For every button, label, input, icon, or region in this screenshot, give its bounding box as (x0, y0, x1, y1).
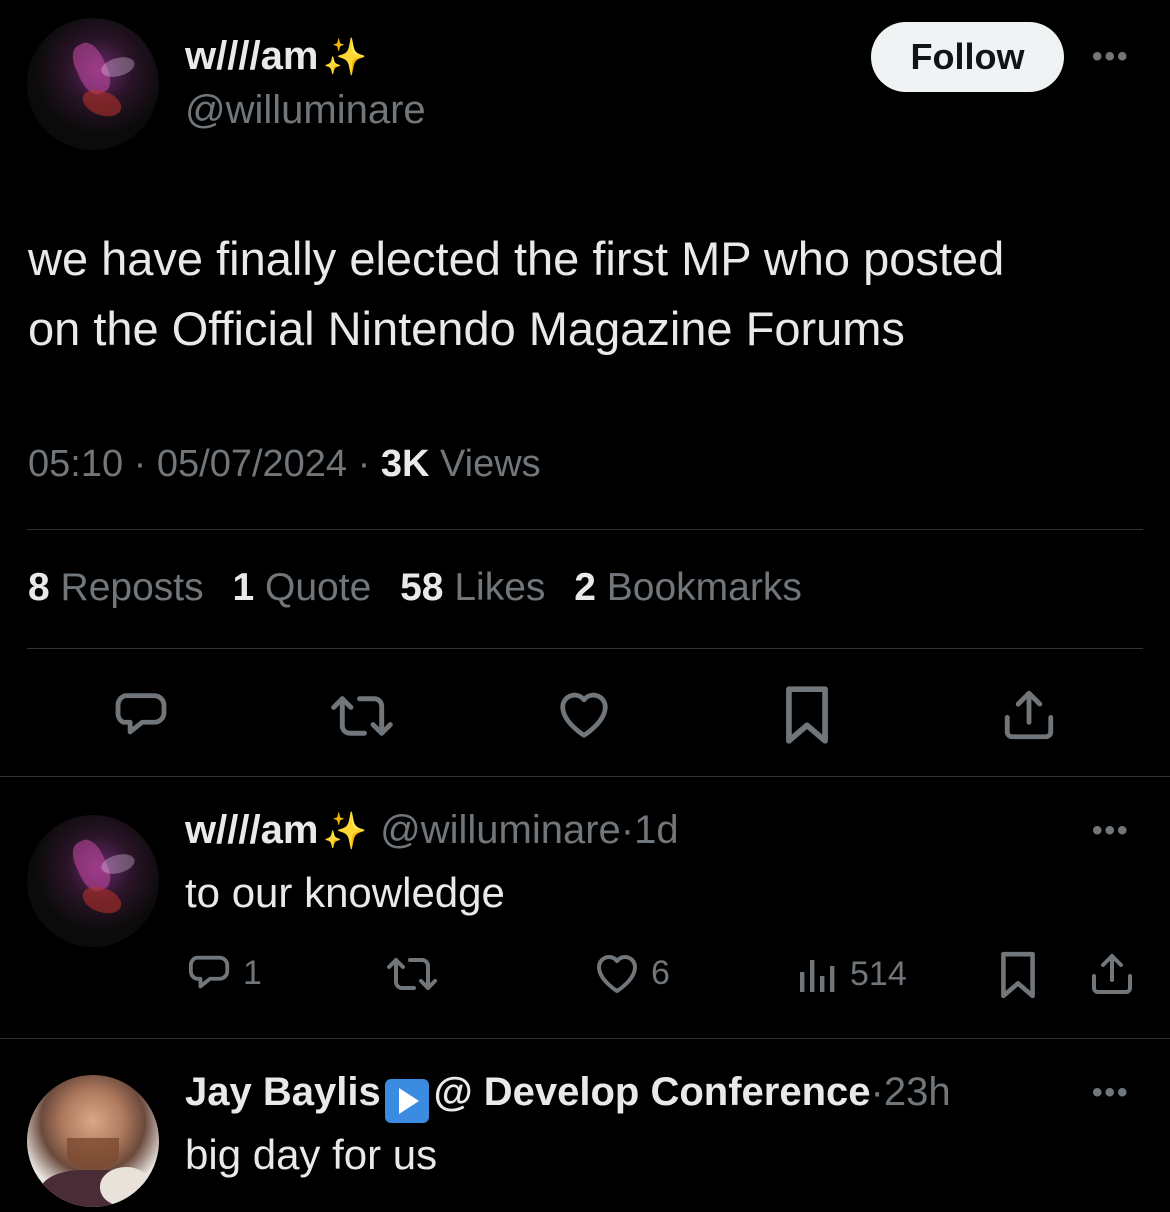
reply-author-name[interactable]: w////am (185, 808, 318, 852)
follow-button[interactable]: Follow (871, 22, 1064, 92)
like-icon[interactable] (555, 688, 613, 740)
reply-avatar[interactable] (27, 815, 159, 947)
reply-repost-button[interactable] (386, 952, 438, 996)
reply-more-icon[interactable]: ••• (1092, 1076, 1130, 1110)
reply-reply-button[interactable]: 1 (187, 950, 262, 996)
reposts-stat[interactable]: 8 Reposts (28, 566, 204, 609)
divider (0, 1038, 1170, 1039)
reply-views-button[interactable]: 514 (796, 952, 907, 996)
separator-dot: · (357, 443, 371, 485)
separator-dot: · (870, 1070, 884, 1114)
divider (27, 648, 1143, 649)
tweet-stats: 8 Reposts 1 Quote 58 Likes 2 Bookmarks (28, 566, 802, 610)
reply-header: Jay Baylis @ Develop Conference·23h (185, 1070, 951, 1123)
views-chart-icon (800, 960, 835, 992)
reposts-count: 8 (28, 566, 50, 609)
reply-more-icon[interactable]: ••• (1092, 814, 1130, 848)
reply-time[interactable]: 23h (884, 1070, 951, 1114)
reply-icon (188, 955, 230, 989)
repost-icon (387, 958, 437, 990)
play-button-emoji-icon (385, 1078, 430, 1123)
reply-author-handle[interactable]: @willuminare (380, 808, 621, 852)
reply-icon[interactable] (112, 686, 170, 744)
reposts-label: Reposts (60, 566, 204, 609)
reply-text: to our knowledge (185, 869, 505, 916)
reply-text: big day for us (185, 1131, 438, 1178)
divider (0, 776, 1170, 777)
tweet-date[interactable]: 05/07/2024 (157, 443, 347, 485)
quotes-label: Quote (265, 566, 372, 609)
bookmarks-count: 2 (574, 566, 596, 609)
likes-stat[interactable]: 58 Likes (400, 566, 545, 609)
separator-dot: · (133, 443, 147, 485)
reply-author-name[interactable]: Jay Baylis (185, 1070, 381, 1114)
author-handle[interactable]: @willuminare (185, 88, 426, 133)
separator-dot: · (620, 808, 635, 852)
likes-label: Likes (454, 566, 546, 609)
views-count: 3K (380, 443, 430, 485)
share-icon[interactable] (1000, 686, 1058, 744)
reply-author-handle[interactable]: @ Develop Conference (434, 1070, 871, 1114)
tweet-text: we have finally elected the first MP who… (28, 224, 1148, 364)
likes-count: 58 (400, 566, 444, 609)
bookmark-icon[interactable] (783, 684, 831, 746)
tweet-text-line: we have finally elected the first MP who… (28, 232, 1005, 285)
sparkles-emoji: ✨ (322, 36, 368, 77)
like-icon (597, 955, 637, 993)
divider (27, 529, 1143, 530)
tweet-text-line: on the Official Nintendo Magazine Forums (28, 302, 905, 355)
repost-icon[interactable] (330, 688, 394, 744)
author-avatar[interactable] (27, 18, 159, 150)
reply-share-icon[interactable] (1088, 950, 1136, 998)
reply-header: w////am ✨ @willuminare·1d (185, 808, 679, 853)
reply-time[interactable]: 1d (634, 808, 679, 852)
bookmarks-label: Bookmarks (606, 566, 802, 609)
quotes-count: 1 (232, 566, 255, 609)
reply-bookmark-icon[interactable] (998, 950, 1038, 1000)
bookmarks-stat[interactable]: 2 Bookmarks (574, 566, 802, 609)
tweet-time[interactable]: 05:10 (28, 443, 123, 485)
reply-count: 1 (243, 953, 262, 992)
like-count: 6 (651, 953, 670, 992)
more-options-icon[interactable]: ••• (1092, 40, 1130, 74)
author-name-row[interactable]: w////am ✨ (185, 34, 368, 79)
views-count: 514 (850, 954, 907, 993)
views-label: Views (439, 443, 541, 485)
tweet-meta: 05:10 · 05/07/2024 · 3K Views (28, 443, 541, 486)
sparkles-emoji: ✨ (322, 810, 368, 851)
author-name[interactable]: w////am (185, 34, 318, 78)
reply-avatar[interactable] (27, 1075, 159, 1207)
reply-like-button[interactable]: 6 (593, 951, 670, 995)
quotes-stat[interactable]: 1 Quote (232, 566, 371, 609)
